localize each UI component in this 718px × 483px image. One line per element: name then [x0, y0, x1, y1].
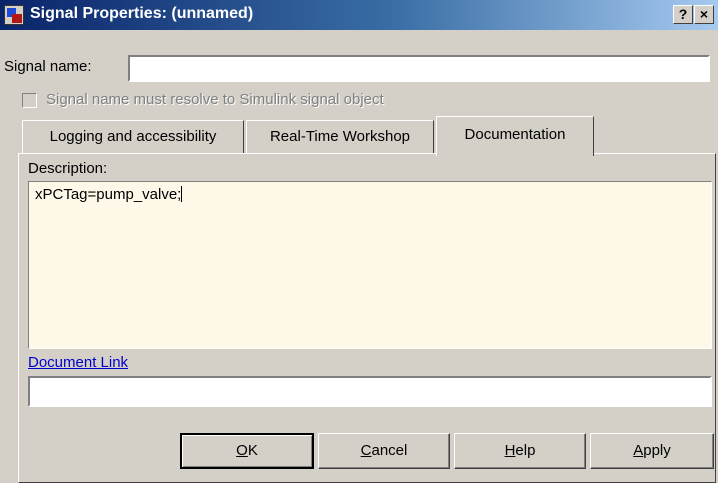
description-textarea[interactable]: xPCTag=pump_valve; [28, 181, 712, 349]
cancel-mnemonic: C [360, 442, 372, 459]
tab-real-time-workshop[interactable]: Real-Time Workshop [246, 120, 434, 153]
help-button[interactable]: Help [454, 433, 586, 469]
signal-name-input[interactable] [128, 55, 710, 82]
help-label: elp [515, 442, 536, 459]
ok-mnemonic: O [236, 442, 248, 459]
text-caret [181, 186, 183, 202]
title-bar[interactable]: Signal Properties: (unnamed) ? × [0, 0, 718, 30]
description-text: xPCTag=pump_valve; [35, 186, 182, 203]
help-mnemonic: H [504, 442, 516, 459]
apply-button[interactable]: Apply [590, 433, 714, 469]
description-label: Description: [28, 160, 108, 177]
cancel-button[interactable]: Cancel [318, 433, 450, 469]
apply-mnemonic: A [633, 442, 644, 459]
apply-label: pply [643, 442, 671, 459]
tab-logging-and-accessibility[interactable]: Logging and accessibility [22, 120, 244, 153]
tab-documentation[interactable]: Documentation [436, 116, 594, 156]
document-link-input[interactable] [28, 376, 712, 407]
tab-label: Documentation [464, 126, 566, 143]
document-link[interactable]: Document Link [28, 354, 128, 371]
tab-label: Real-Time Workshop [269, 128, 411, 145]
resolve-checkbox-label: Signal name must resolve to Simulink sig… [46, 91, 384, 108]
window-title: Signal Properties: (unnamed) [30, 5, 254, 22]
ok-button[interactable]: OK [180, 433, 314, 469]
help-icon[interactable]: ? [673, 5, 693, 24]
tab-label: Logging and accessibility [49, 128, 217, 145]
ok-label: K [247, 442, 258, 459]
cancel-label: ancel [371, 442, 408, 459]
simulink-app-icon[interactable] [4, 5, 24, 25]
close-icon[interactable]: × [694, 5, 714, 24]
signal-name-label: Signal name: [4, 58, 92, 75]
checkbox-icon[interactable] [22, 93, 37, 108]
